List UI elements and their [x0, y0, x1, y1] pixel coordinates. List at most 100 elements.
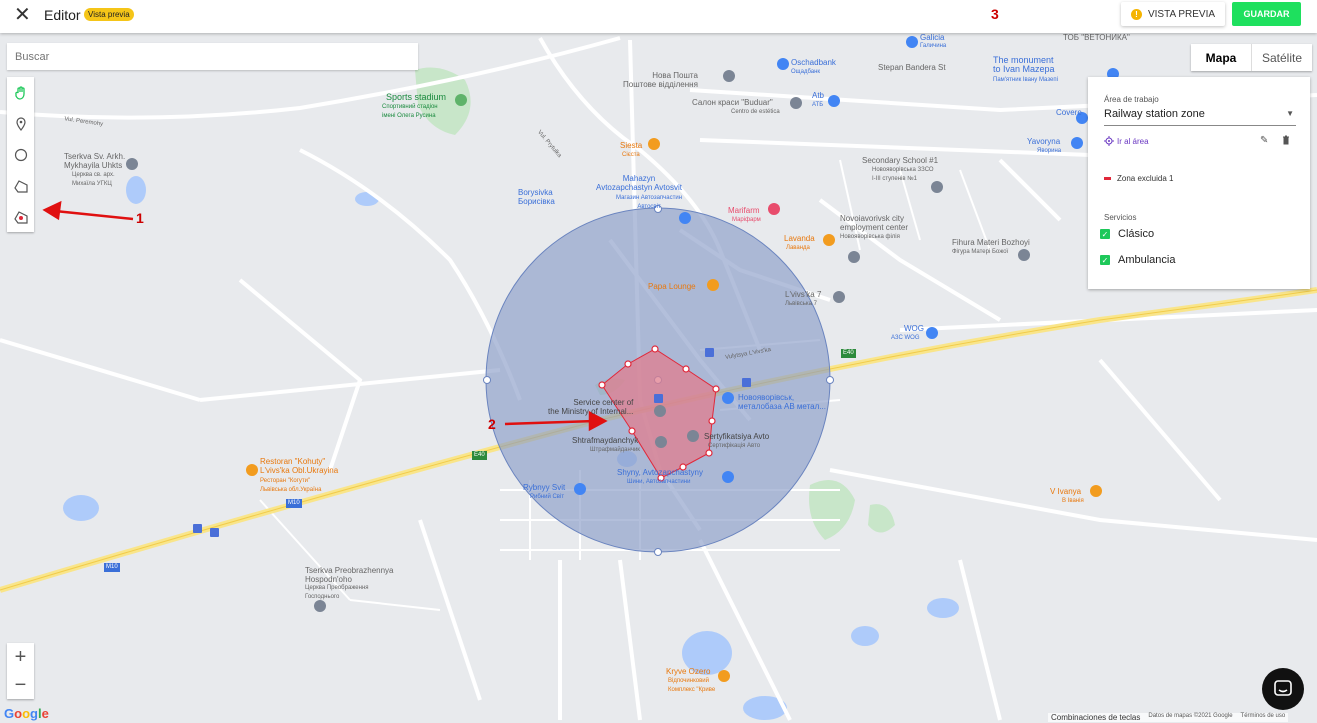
- map-label-preobr-sub: Церква Преображення Господнього: [305, 585, 369, 600]
- map-label-employment: Novoiavorivsk city employment center: [840, 214, 909, 232]
- service-label-ambulancia: Ambulancia: [1118, 254, 1176, 266]
- map-label-salon-sub: Centro de estética: [731, 109, 780, 115]
- map-label-galicia: Galicia: [920, 33, 945, 42]
- zoom-in-button[interactable]: +: [7, 643, 34, 671]
- map-label-fihura: Fihura Materi Bozhoyi: [952, 238, 1030, 247]
- map-label-rybnyy-sub: Рибний Світ: [530, 494, 565, 500]
- map-label-service: Service center of the Ministry of Intern…: [548, 398, 634, 416]
- map-label-monument-sub: Пам'ятник Івану Мазепі: [993, 77, 1058, 83]
- map-label-shyny: Shyny, Avtozapchastyny: [617, 468, 703, 477]
- close-icon[interactable]: ✕: [14, 5, 31, 25]
- map-label-lavanda-sub: Лаванда: [786, 245, 810, 251]
- polygon-tool-icon[interactable]: [7, 170, 34, 201]
- service-checkbox-ambulancia[interactable]: ✓ Ambulancia: [1100, 254, 1175, 266]
- map-label-papa: Papa Lounge: [648, 282, 696, 291]
- search-input[interactable]: [7, 43, 418, 70]
- go-to-area-label: Ir al área: [1117, 136, 1149, 146]
- map-label-siesta-sub: Сієста: [622, 152, 640, 158]
- marker-tool-icon[interactable]: [7, 108, 34, 139]
- map-label-bandera: Stepan Bandera St: [878, 63, 946, 72]
- map-label-restoran-sub: Ресторан "Когути" Львівська обл.Україна: [260, 478, 322, 493]
- map-type-map-button[interactable]: Mapa: [1191, 44, 1252, 71]
- map-label-nova: Нова Пошта Поштове відділення: [623, 71, 698, 89]
- map-label-fihura-sub: Фігура Матері Божої: [952, 249, 1009, 255]
- top-bar: ✕ Editor Vista previa ! VISTA PREVIA GUA…: [0, 0, 1317, 33]
- map-label-atb-sub: АТБ: [812, 102, 824, 108]
- map-label-novo: Новояворівськ, металобаза АВ метал...: [738, 393, 826, 411]
- map-label-school-sub: Новояворівська ЗЗСО І-ІІІ ступенів №1: [872, 167, 934, 182]
- keyboard-shortcuts-link[interactable]: Combinaciones de teclas: [1051, 713, 1140, 722]
- annotation-1: 1: [136, 210, 144, 226]
- save-button[interactable]: GUARDAR: [1232, 2, 1301, 26]
- chat-icon: [1274, 680, 1292, 696]
- circle-tool-icon[interactable]: [7, 139, 34, 170]
- map-label-lavanda: Lavanda: [784, 234, 815, 243]
- work-area-select[interactable]: Railway station zone ▼: [1104, 108, 1296, 126]
- exclusion-zone-tool-icon[interactable]: [7, 201, 34, 232]
- map-label-tserkva-sub: Церква св. арх. Михаїла УГКЦ: [72, 172, 115, 187]
- service-checkbox-clasico[interactable]: ✓ Clásico: [1100, 228, 1154, 240]
- map-label-tserkva: Tserkva Sv. Arkh. Mykhayila Uhkts: [64, 152, 126, 170]
- edit-icon[interactable]: ✎: [1260, 135, 1268, 146]
- work-area-panel: Área de trabajo Railway station zone ▼ I…: [1088, 77, 1310, 289]
- map-label-kryve-sub: Відпочинковий Комплекс "Криве: [668, 678, 716, 693]
- caret-down-icon: ▼: [1286, 109, 1294, 118]
- service-label-clasico: Clásico: [1118, 228, 1155, 240]
- map-label-oschad: Oschadbank: [791, 58, 836, 67]
- map-label-tob: ТОБ "ВЕТОНИКА": [1063, 33, 1130, 42]
- zoom-control: + −: [7, 643, 34, 699]
- excluded-zone-label: Zona excluida 1: [1117, 174, 1174, 183]
- target-icon: [1104, 136, 1114, 146]
- checkbox-checked-icon: ✓: [1100, 255, 1110, 265]
- zone-color-swatch: [1104, 177, 1111, 180]
- map-label-lvivska7-sub: Львівська 7: [785, 301, 817, 307]
- map-label-mahazyn: Mahazyn Avtozapchastyn Avtosvit: [596, 174, 682, 192]
- map-label-yavoryna: Yavoryna: [1027, 137, 1061, 146]
- map-label-wog: WOG: [904, 324, 924, 333]
- map-label-marifarm: Marifarm: [728, 206, 760, 215]
- road-m10-label: M10: [286, 499, 302, 508]
- zoom-out-button[interactable]: −: [7, 671, 34, 699]
- go-to-area-link[interactable]: Ir al área: [1104, 136, 1149, 146]
- delete-icon[interactable]: [1282, 135, 1290, 148]
- map-label-sertyf: Sertyfikatsiya Avto: [704, 432, 770, 441]
- map-label-oschad-sub: Ощадбанк: [791, 69, 821, 75]
- map-label-shtraf: Shtrafmaydanchyk: [572, 436, 639, 445]
- terms-link[interactable]: Términos de uso: [1241, 713, 1286, 722]
- map-label-sports: Sports stadium: [386, 92, 447, 102]
- map-label-lvivska7: L'vivs'ka 7: [785, 290, 822, 299]
- map-type-control: Mapa Satélite: [1191, 44, 1312, 71]
- map-footer: Combinaciones de teclas Datos de mapas ©…: [1048, 713, 1289, 722]
- google-logo: Google: [4, 706, 49, 721]
- map-label-siesta: Siesta: [620, 141, 643, 150]
- map-label-school: Secondary School #1: [862, 156, 939, 165]
- drawing-toolbar: [7, 77, 34, 232]
- annotation-2: 2: [488, 416, 496, 432]
- map-label-sertyf-sub: Сертифікація Авто: [708, 443, 761, 449]
- map-label-restoran: Restoran "Kohuty" L'vivs'ka Obl.Ukrayina: [260, 457, 339, 475]
- road-e40-label-2: E40: [472, 451, 487, 460]
- preview-button[interactable]: ! VISTA PREVIA: [1121, 2, 1225, 26]
- preview-badge: Vista previa: [84, 8, 134, 21]
- map-label-vivanya: V Ivanya: [1050, 487, 1082, 496]
- map-label-monument: The monument to Ivan Mazepa: [993, 55, 1055, 74]
- map-label-borysivka: Borysivka Борисівка: [518, 188, 555, 206]
- annotation-3: 3: [991, 6, 999, 22]
- work-area-label: Área de trabajo: [1104, 95, 1159, 104]
- map-label-mahazyn-sub: Магазин Автозапчастин Автосвіт: [616, 195, 683, 210]
- map-label-preobr: Tserkva Preobrazhennya Hospodn'oho: [305, 566, 394, 584]
- map-label-rybnyy: Rybnyy Svit: [523, 483, 566, 492]
- work-area-value: Railway station zone: [1104, 108, 1205, 120]
- map-data-attribution: Datos de mapas ©2021 Google: [1148, 713, 1233, 719]
- map-label-marifarm-sub: Марiфарм: [732, 217, 761, 223]
- map-type-satellite-button[interactable]: Satélite: [1252, 44, 1312, 71]
- preview-button-label: VISTA PREVIA: [1147, 8, 1216, 20]
- excluded-zone-item[interactable]: Zona excluida 1: [1104, 174, 1173, 183]
- chat-button[interactable]: [1262, 668, 1304, 710]
- road-e40-label: E40: [841, 349, 856, 358]
- editor-title: Editor: [44, 7, 81, 23]
- checkbox-checked-icon: ✓: [1100, 229, 1110, 239]
- hand-tool-icon[interactable]: [7, 77, 34, 108]
- map-label-yavoryna-sub: Яворина: [1037, 148, 1062, 154]
- road-m10-label-2: M10: [104, 563, 120, 572]
